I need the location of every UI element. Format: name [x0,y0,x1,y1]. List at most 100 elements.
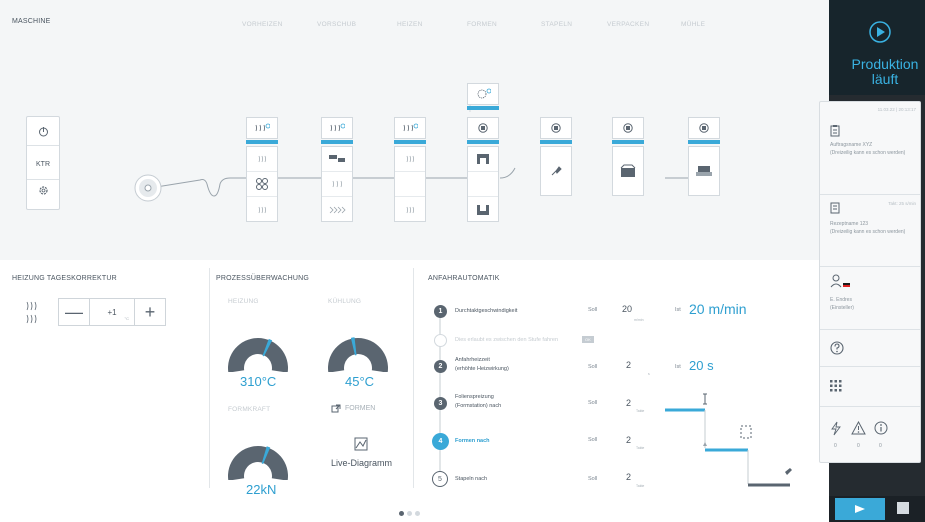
power-icon[interactable] [27,119,59,143]
station-stop-button[interactable] [688,117,720,139]
station-body [467,146,499,222]
cooling-status-bar [467,106,499,110]
step-number: 5 [432,471,448,487]
error-count: 0 [834,443,837,449]
order-block[interactable]: Auftragsname XYZ (Dreizeilig kann es sch… [820,102,920,195]
step-number: 2 [434,360,447,373]
pager-dot-active[interactable] [399,511,404,516]
box-icon [620,164,636,177]
chart-icon[interactable] [354,437,368,451]
station-stop-button[interactable] [467,117,499,139]
startup-timeline-diagram [665,393,792,487]
soll-value[interactable]: 2 [626,360,631,370]
forms-link-label: FORMEN [345,405,376,412]
soll-value[interactable]: 2 [626,435,631,445]
user-name: E. Endres [830,297,852,303]
heat-waves-icon [258,155,266,163]
station-body [688,146,720,196]
station-stop-button[interactable] [612,117,644,139]
station-stop-button[interactable] [540,117,572,139]
status-bar [246,140,278,144]
heat-waves-icon [258,206,266,213]
user-block[interactable]: E. Endres (Einsteller) [820,267,920,330]
stop-circle-icon [699,123,709,133]
soll-value[interactable]: 2 [626,472,631,482]
apps-menu-button[interactable] [820,367,920,407]
pager-dot[interactable] [415,511,420,516]
preheat-rollers-icon [256,178,268,190]
heat-waves-icon [26,301,37,324]
decrease-button[interactable]: — [59,299,89,325]
order-note: (Dreizeilig kann es schon werden) [830,150,906,156]
cooling-gauge [328,337,388,372]
station-body [246,146,278,222]
lightning-icon [831,421,841,436]
live-diagram-label[interactable]: Live-Diagramm [331,458,392,468]
play-circle-icon[interactable] [868,20,892,44]
soll-label: Soll [588,476,598,482]
info-count: 0 [879,443,882,449]
soll-unit: s [648,372,650,376]
forms-link[interactable]: FORMEN [331,404,375,413]
cooling-gauge-label: KÜHLUNG [328,298,362,305]
stop-circle-icon [551,123,561,133]
stop-button[interactable] [897,502,909,514]
ktr-label: KTR [36,161,50,168]
settings-gear-icon[interactable] [27,185,59,196]
clipboard-icon [830,125,840,137]
heat-waves-icon [406,155,414,163]
cooling-toggle-button[interactable] [467,83,499,105]
help-button[interactable] [820,330,920,367]
increase-button[interactable]: + [135,299,165,325]
soll-value[interactable]: 20 [622,304,632,314]
production-status-text: Produktion läuft [851,56,919,87]
snowflake-icon [477,88,491,99]
soll-unit: Takte [636,484,645,488]
station-body [321,146,353,222]
step-label: Stapeln nach [455,476,488,482]
status-bar [540,140,572,144]
film-roll-icon [134,174,162,202]
recipe-name: Rezeptname 123 [830,221,869,227]
alerts-block[interactable]: 0 0 0 [820,407,920,462]
recipe-note: (Dreizeilig kann es schon werden) [830,229,906,235]
step-label: Anfahrheizzeit (erhöhte Heizwirkung) [455,357,509,372]
recipe-document-icon [830,202,840,214]
soll-label: Soll [588,437,598,443]
correction-value-text: +1 [107,307,117,317]
info-icon [874,421,888,435]
external-link-icon [331,404,341,413]
soll-unit: Takte [636,446,645,450]
stacker-icon [551,166,562,176]
pager-dot[interactable] [407,511,412,516]
step-label-active: Formen nach [455,438,490,444]
soll-label: Soll [588,400,598,406]
status-bar [688,140,720,144]
soll-label: Soll [588,307,598,313]
ist-value: 20 m/min [689,301,747,317]
mill-icon [696,166,712,176]
heat-waves-icon [330,123,345,132]
step-connector [439,310,441,480]
mold-top-icon [477,154,489,164]
force-gauge [228,446,288,480]
status-bar [321,140,353,144]
heating-toggle-button[interactable] [321,117,353,139]
recipe-block[interactable]: Takt: 25 s/min Rezeptname 123 (Dreizeili… [820,195,920,267]
gauge-track [228,446,288,480]
station-body [540,146,572,196]
help-icon [830,341,844,355]
heating-toggle-button[interactable] [246,117,278,139]
heating-toggle-button[interactable] [394,117,426,139]
heat-waves-icon [406,206,414,213]
heating-correction-title: HEIZUNG TAGESKORREKTUR [12,275,117,282]
heating-gauge [228,338,288,372]
ist-label: Ist [675,364,681,370]
ktr-panel: KTR [26,116,60,210]
step-label: Folienspreizung (Formstation) nach [455,394,502,409]
warning-count: 0 [857,443,860,449]
play-button[interactable] [835,498,885,520]
takt-info: Takt: 25 s/min [888,201,916,206]
process-monitoring-title: PROZESSÜBERWACHUNG [216,275,310,282]
soll-value[interactable]: 2 [626,398,631,408]
